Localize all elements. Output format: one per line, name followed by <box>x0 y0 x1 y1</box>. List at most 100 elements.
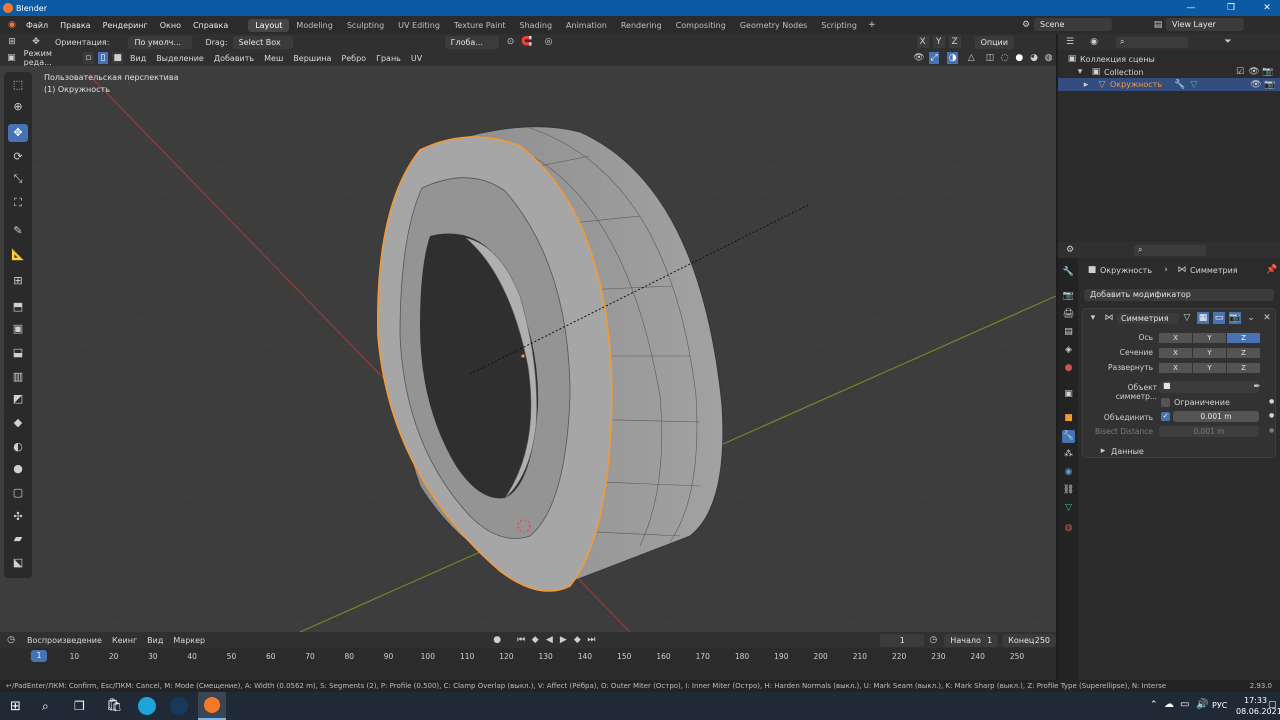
keying-menu[interactable]: Кеинг <box>107 634 142 647</box>
flip-z-button[interactable]: Z <box>1227 363 1260 373</box>
merge-checkbox[interactable]: ✓ <box>1161 412 1170 421</box>
marker-menu[interactable]: Маркер <box>168 634 210 647</box>
editor-type-icon[interactable]: ⊞ <box>6 36 18 48</box>
transform-orientation-dropdown[interactable]: Глоба... <box>444 35 499 49</box>
play-icon[interactable]: ▶ <box>558 634 568 646</box>
loop-cut-tool-icon[interactable]: ▥ <box>8 368 28 386</box>
add-modifier-dropdown[interactable]: Добавить модификатор <box>1084 289 1274 301</box>
knife-tool-icon[interactable]: ◩ <box>8 390 28 408</box>
view-object-types-icon[interactable]: 👁 <box>913 52 924 64</box>
display-mode-icon[interactable]: ◉ <box>1088 36 1100 48</box>
data-subpanel[interactable]: ▸ Данные <box>1095 445 1144 457</box>
filter-icon[interactable]: ⏷ <box>1222 36 1234 48</box>
tab-modeling[interactable]: Modeling <box>289 19 339 32</box>
cloud-icon[interactable]: ☁ <box>1164 699 1174 710</box>
material-tab-icon[interactable]: ◍ <box>1062 522 1075 535</box>
playhead[interactable]: 1 <box>31 650 47 662</box>
shading-rendered-icon[interactable]: ◍ <box>1043 52 1054 64</box>
menu-vertex[interactable]: Вершина <box>288 52 336 65</box>
object-render-icon[interactable]: 📷 <box>1264 79 1276 91</box>
mirror-y-button[interactable]: Y <box>932 36 945 48</box>
play-reverse-icon[interactable]: ◀ <box>544 634 554 646</box>
view-layer-selector[interactable]: ▤ View Layer <box>1150 18 1276 31</box>
windows-start-icon[interactable]: ⊞ <box>10 699 21 714</box>
clock-time[interactable]: 17:33 <box>1244 696 1267 705</box>
collection-check-icon[interactable]: ☑ <box>1234 66 1246 78</box>
bevel-tool-icon[interactable]: ⬓ <box>8 344 28 362</box>
collection-render-icon[interactable]: 📷 <box>1262 66 1274 78</box>
axis-x-button[interactable]: X <box>1159 333 1192 343</box>
menu-window[interactable]: Окно <box>154 21 187 30</box>
view-layer-tab-icon[interactable]: ▤ <box>1062 326 1075 339</box>
render-tab-icon[interactable]: 📷 <box>1062 290 1075 303</box>
modifier-name-field[interactable]: Симметрия <box>1117 312 1179 324</box>
tab-scripting[interactable]: Scripting <box>814 19 864 32</box>
close-button[interactable]: ✕ <box>1254 0 1280 16</box>
scene-name-field[interactable]: Scene <box>1034 18 1112 31</box>
properties-search-input[interactable]: ⌕ <box>1134 244 1206 256</box>
outliner-search-input[interactable]: ⌕ <box>1116 36 1188 48</box>
network-icon[interactable]: ▭ <box>1180 699 1189 710</box>
options-dropdown[interactable]: Опции <box>974 35 1014 49</box>
frame-end-field[interactable]: Конец 250 <box>1002 633 1057 647</box>
modifier-wrench-icon[interactable]: 🔧 <box>1174 79 1186 91</box>
mirror-x-button[interactable]: X <box>916 36 929 48</box>
bisect-x-button[interactable]: X <box>1159 348 1192 358</box>
collection-visibility-icon[interactable]: 👁 <box>1248 66 1260 78</box>
tab-sculpting[interactable]: Sculpting <box>340 19 391 32</box>
axis-z-button[interactable]: Z <box>1227 333 1260 343</box>
cursor-tool-icon[interactable]: ⊕ <box>8 98 28 116</box>
timeline-ruler[interactable]: 1 10 20 30 40 50 60 70 80 90 100 110 120 130 140 150 16… <box>0 648 1056 680</box>
shading-wireframe-icon[interactable]: ◌ <box>999 52 1010 64</box>
remove-modifier-icon[interactable]: ✕ <box>1261 312 1273 324</box>
move-tool-icon[interactable]: ✥ <box>8 124 28 142</box>
scene-tab-icon[interactable]: ◈ <box>1062 344 1075 357</box>
menu-mesh[interactable]: Меш <box>259 52 288 65</box>
bisect-z-button[interactable]: Z <box>1227 348 1260 358</box>
mirror-object-field[interactable]: ■ <box>1159 381 1259 393</box>
tool-tab-icon[interactable]: 🔧 <box>1062 266 1075 279</box>
menu-help[interactable]: Справка <box>187 21 234 30</box>
clock-icon[interactable]: ◷ <box>928 634 938 646</box>
expand-arrow-icon[interactable]: ▾ <box>1074 66 1086 78</box>
timeline-editor-icon[interactable]: ◷ <box>6 634 16 646</box>
vertex-select-icon[interactable]: ▫ <box>82 52 94 64</box>
bisect-keyframe-icon[interactable]: ● <box>1269 427 1274 434</box>
physics-tab-icon[interactable]: ◉ <box>1062 466 1075 479</box>
menu-add[interactable]: Добавить <box>209 52 259 65</box>
modifier-tab-icon[interactable]: 🔧 <box>1062 430 1075 443</box>
merge-distance-field[interactable]: 0.001 m <box>1173 411 1259 422</box>
drag-dropdown[interactable]: Select Box <box>232 35 293 49</box>
outliner-object-row[interactable]: ▸ ▽ Окружность 🔧 ▽ 👁 📷 <box>1058 78 1280 91</box>
outliner-scene-collection[interactable]: ▣ Коллекция сцены <box>1064 53 1278 65</box>
realtime-icon[interactable]: ▭ <box>1213 312 1225 324</box>
jump-start-icon[interactable]: ⏮ <box>516 634 526 646</box>
pin-icon[interactable]: 📌 <box>1266 264 1278 276</box>
collection-tab-icon[interactable]: ▣ <box>1062 388 1075 401</box>
menu-render[interactable]: Рендеринг <box>97 21 154 30</box>
blender-app-icon[interactable] <box>198 692 226 720</box>
measure-tool-icon[interactable]: 📐 <box>8 246 28 264</box>
tab-shading[interactable]: Shading <box>513 19 560 32</box>
output-tab-icon[interactable]: 🖨 <box>1062 308 1075 321</box>
inset-tool-icon[interactable]: ▣ <box>8 320 28 338</box>
outliner-editor-icon[interactable]: ☰ <box>1064 36 1076 48</box>
annotate-tool-icon[interactable]: ✎ <box>8 222 28 240</box>
jump-keyframe-forward-icon[interactable]: ◆ <box>572 634 582 646</box>
menu-view[interactable]: Вид <box>125 52 151 65</box>
menu-edge[interactable]: Ребро <box>336 52 371 65</box>
panel-collapse-icon[interactable]: ▾ <box>1087 312 1099 324</box>
notifications-icon[interactable]: ▢ <box>1268 700 1277 710</box>
select-box-tool-icon[interactable]: ⬚ <box>8 76 28 94</box>
record-icon[interactable]: ● <box>492 634 502 646</box>
orientation-dropdown[interactable]: По умолч... <box>128 35 193 49</box>
tab-compositing[interactable]: Compositing <box>669 19 733 32</box>
viewport-canvas[interactable] <box>0 66 1056 632</box>
edge-select-icon[interactable]: ▯ <box>97 52 109 64</box>
taskbar-search-icon[interactable]: ⌕ <box>42 699 49 714</box>
axis-y-button[interactable]: Y <box>1193 333 1226 343</box>
task-view-icon[interactable]: ❐ <box>74 699 85 713</box>
language-indicator[interactable]: РУС <box>1212 701 1227 710</box>
shear-tool-icon[interactable]: ▰ <box>8 530 28 548</box>
mesh-data-icon[interactable]: ▽ <box>1188 79 1200 91</box>
